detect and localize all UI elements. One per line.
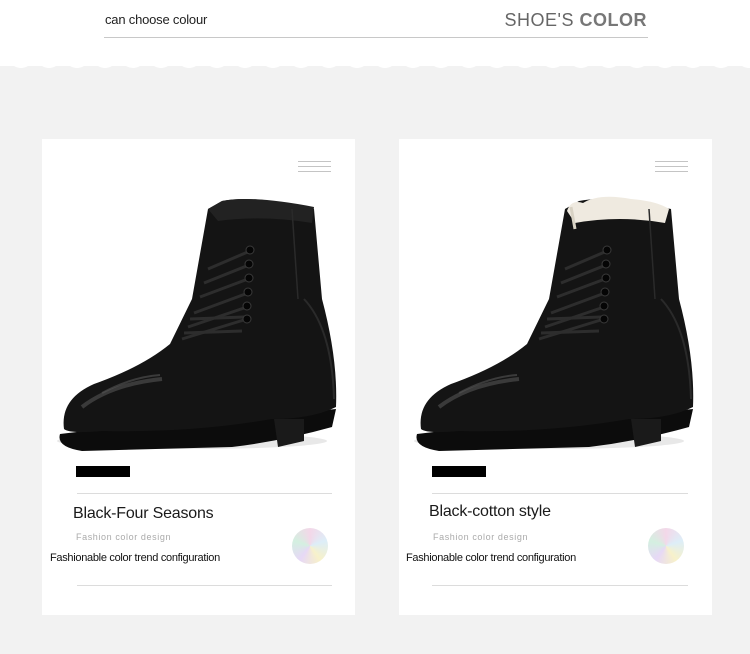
color-tagline: Fashion color design bbox=[433, 532, 529, 542]
card-divider-top bbox=[432, 493, 688, 494]
card-divider-top bbox=[77, 493, 332, 494]
card-divider-bottom bbox=[432, 585, 688, 586]
boot-image bbox=[57, 199, 337, 451]
section-subtitle: can choose colour bbox=[105, 12, 208, 27]
color-bar bbox=[76, 466, 130, 477]
section-title: SHOE'S COLOR bbox=[505, 10, 647, 31]
section-title-light: SHOE'S bbox=[504, 10, 580, 30]
color-description: Fashionable color trend configuration bbox=[406, 552, 576, 564]
section-title-bold: COLOR bbox=[579, 10, 647, 30]
header-divider bbox=[104, 37, 648, 38]
color-option-card[interactable]: Black-Four Seasons Fashion color design … bbox=[42, 139, 355, 615]
card-divider-bottom bbox=[77, 585, 332, 586]
color-option-card[interactable]: Black-cotton style Fashion color design … bbox=[399, 139, 712, 615]
boot-image bbox=[414, 196, 694, 451]
menu-icon bbox=[298, 161, 331, 176]
color-description: Fashionable color trend configuration bbox=[50, 552, 220, 564]
color-bar bbox=[432, 466, 486, 477]
color-name: Black-Four Seasons bbox=[73, 505, 214, 522]
menu-icon bbox=[655, 161, 688, 176]
color-swatch-icon bbox=[648, 528, 684, 564]
scalloped-edge bbox=[0, 62, 750, 68]
section-header: can choose colour SHOE'S COLOR bbox=[0, 0, 750, 66]
color-name: Black-cotton style bbox=[429, 503, 551, 520]
color-swatch-icon bbox=[292, 528, 328, 564]
color-tagline: Fashion color design bbox=[76, 532, 172, 542]
